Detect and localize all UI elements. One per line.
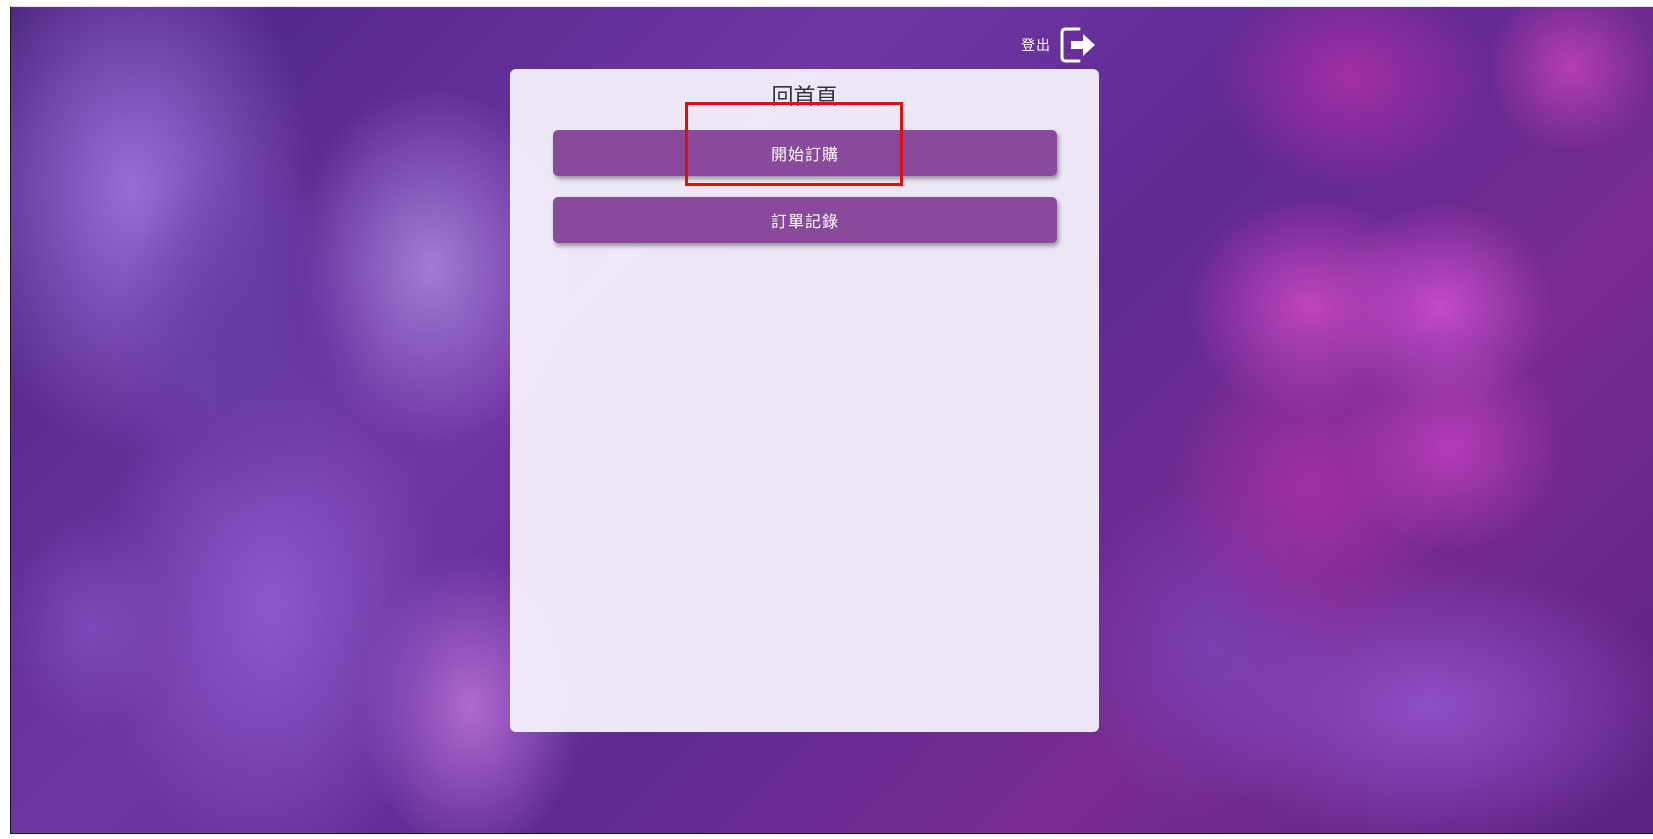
order-history-button[interactable]: 訂單記錄 bbox=[553, 197, 1057, 243]
app-window: 登出 回首頁 開始訂購 訂單記錄 bbox=[10, 6, 1653, 834]
logout-label: 登出 bbox=[1021, 38, 1051, 54]
start-order-button[interactable]: 開始訂購 bbox=[553, 130, 1057, 176]
logout-button[interactable]: 登出 bbox=[1021, 25, 1097, 65]
page-title: 回首頁 bbox=[771, 85, 838, 110]
logout-arrow-icon bbox=[1060, 27, 1095, 63]
home-panel: 回首頁 開始訂購 訂單記錄 bbox=[510, 69, 1099, 732]
